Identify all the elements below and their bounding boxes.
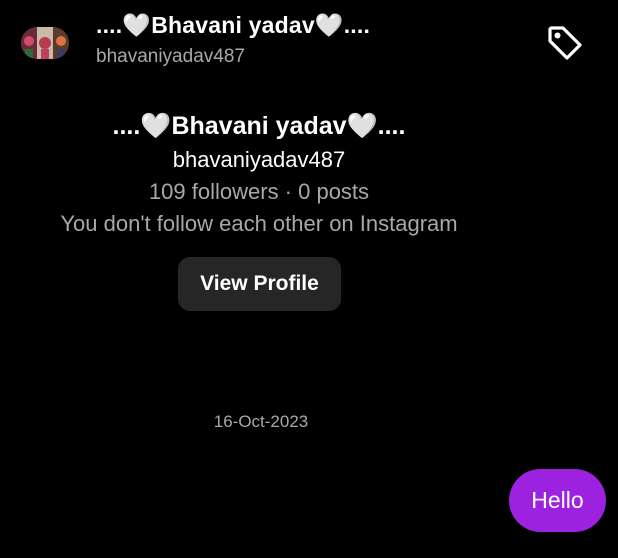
sent-message-bubble[interactable]: Hello [509,469,606,532]
profile-stats: 109 followers · 0 posts [148,179,370,204]
avatar-image [21,27,69,59]
header-username[interactable]: bhavaniyadav487 [96,46,245,68]
avatar[interactable] [21,27,69,59]
date-separator: 16-Oct-2023 [213,412,309,431]
profile-mutual-status: You don't follow each other on Instagram [60,211,458,236]
tag-icon [548,26,582,60]
tag-button[interactable] [542,20,588,66]
profile-display-name: ....🤍Bhavani yadav🤍.... [112,112,406,140]
header-display-name[interactable]: ....🤍Bhavani yadav🤍.... [96,12,370,39]
profile-username: bhavaniyadav487 [172,147,346,172]
chat-screen: ....🤍Bhavani yadav🤍.... bhavaniyadav487 … [0,0,618,558]
view-profile-button[interactable]: View Profile [178,257,341,311]
profile-card: ....🤍Bhavani yadav🤍.... bhavaniyadav487 … [0,108,518,240]
chat-header: ....🤍Bhavani yadav🤍.... bhavaniyadav487 [0,0,618,80]
